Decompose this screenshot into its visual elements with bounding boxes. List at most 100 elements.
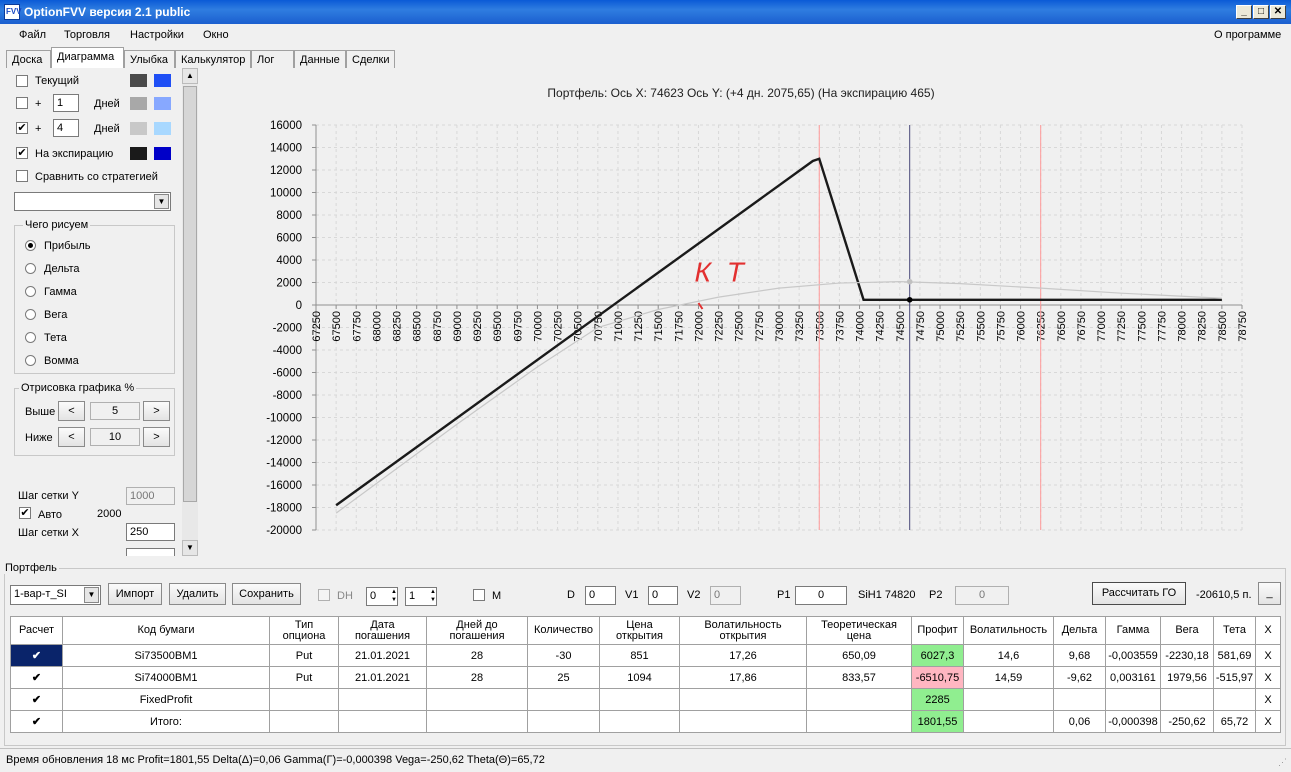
days1-color-2[interactable]	[154, 97, 171, 110]
tab-smile[interactable]: Улыбка	[124, 50, 175, 68]
profit-cell: 1801,55	[911, 710, 964, 733]
calc-checkbox-cell[interactable]: ✔	[10, 688, 63, 711]
tab-diagram[interactable]: Диаграмма	[51, 47, 124, 68]
tab-calculator[interactable]: Калькулятор	[175, 50, 251, 68]
menu-file[interactable]: Файл	[19, 29, 46, 41]
scroll-thumb[interactable]	[183, 86, 197, 502]
compare-strategy-select[interactable]: ▼	[14, 192, 171, 211]
dropdown-arrow-icon[interactable]: ▼	[154, 194, 169, 209]
x-tick-label: 76750	[1076, 311, 1088, 342]
column-header[interactable]: Дельта	[1053, 616, 1106, 645]
tab-data[interactable]: Данные	[294, 50, 346, 68]
below-increase-button[interactable]: >	[143, 427, 170, 447]
grid-y-input[interactable]: 1000	[126, 487, 175, 505]
radio-delta[interactable]	[25, 263, 36, 274]
scroll-down-icon[interactable]: ▼	[182, 540, 198, 556]
calc-checkbox-cell[interactable]: ✔	[10, 666, 63, 689]
expiration-checkbox[interactable]: ✔	[16, 147, 28, 159]
p1-input[interactable]: 0	[795, 586, 847, 605]
minimize-button[interactable]: _	[1236, 5, 1252, 19]
dropdown-arrow-icon[interactable]: ▼	[84, 587, 99, 603]
close-button[interactable]: ✕	[1270, 5, 1286, 19]
above-increase-button[interactable]: >	[143, 401, 170, 421]
column-header[interactable]: Расчет	[10, 616, 63, 645]
radio-gamma[interactable]	[25, 286, 36, 297]
remove-row-button[interactable]: X	[1255, 666, 1281, 689]
portfolio-select[interactable]: 1-вар-т_SI ▼	[10, 585, 101, 605]
current-checkbox[interactable]	[16, 75, 28, 87]
remove-row-button[interactable]: X	[1255, 710, 1281, 733]
column-header[interactable]: Дней до погашения	[426, 616, 528, 645]
calculate-go-button[interactable]: Рассчитать ГО	[1092, 582, 1186, 605]
column-header[interactable]: X	[1255, 616, 1281, 645]
current-color-2[interactable]	[154, 74, 171, 87]
column-header[interactable]: Количество	[527, 616, 600, 645]
maximize-button[interactable]: □	[1253, 5, 1269, 19]
remove-row-button[interactable]: X	[1255, 688, 1281, 711]
dh-spin-2[interactable]: 1 ▲ ▼	[405, 587, 437, 606]
days1-color-1[interactable]	[130, 97, 147, 110]
table-cell	[806, 688, 912, 711]
calc-checkbox-cell[interactable]: ✔	[10, 644, 63, 667]
column-header[interactable]: Код бумаги	[62, 616, 270, 645]
p2-input[interactable]: 0	[955, 586, 1009, 605]
above-decrease-button[interactable]: <	[58, 401, 85, 421]
grid-x-input[interactable]: 250	[126, 523, 175, 541]
radio-theta[interactable]	[25, 332, 36, 343]
menu-trading[interactable]: Торговля	[64, 29, 110, 41]
column-header[interactable]: Теоретическая цена	[806, 616, 912, 645]
menu-about[interactable]: О программе	[1214, 29, 1281, 41]
calc-checkbox-cell[interactable]: ✔	[10, 710, 63, 733]
radio-vega[interactable]	[25, 309, 36, 320]
import-button[interactable]: Импорт	[108, 583, 162, 605]
column-header[interactable]: Вега	[1160, 616, 1214, 645]
v1-input[interactable]: 0	[648, 586, 678, 605]
save-button[interactable]: Сохранить	[232, 583, 301, 605]
remove-row-button[interactable]: X	[1255, 644, 1281, 667]
column-header[interactable]: Волатильность	[963, 616, 1054, 645]
column-header[interactable]: Профит	[911, 616, 964, 645]
next-field-input[interactable]	[126, 548, 175, 556]
tab-board[interactable]: Доска	[6, 50, 51, 68]
tab-deals[interactable]: Сделки	[346, 50, 395, 68]
d-input[interactable]: 0	[585, 586, 616, 605]
dh-checkbox[interactable]	[318, 589, 330, 601]
expiration-color-2[interactable]	[154, 147, 171, 160]
table-row[interactable]: ✔ Si73500BM1 Put 21.01.2021 28 -30 851 17,26 650…	[10, 644, 1281, 667]
m-checkbox[interactable]	[473, 589, 485, 601]
column-header[interactable]: Волатильность открытия	[679, 616, 807, 645]
days1-input[interactable]: 1	[53, 94, 79, 112]
collapse-button[interactable]: _	[1258, 582, 1281, 605]
tab-log[interactable]: Лог	[251, 50, 294, 68]
column-header[interactable]: Тип опциона	[269, 616, 339, 645]
table-row[interactable]: ✔ FixedProfit 2285 X	[10, 688, 1281, 711]
column-header[interactable]: Гамма	[1105, 616, 1161, 645]
current-color-1[interactable]	[130, 74, 147, 87]
spin-arrows-icon[interactable]: ▲ ▼	[430, 588, 436, 604]
dh-spin-2-value: 1	[409, 590, 416, 602]
days2-input[interactable]: 4	[53, 119, 79, 137]
spin-arrows-icon[interactable]: ▲ ▼	[391, 588, 397, 604]
radio-profit[interactable]	[25, 240, 36, 251]
days1-checkbox[interactable]	[16, 97, 28, 109]
column-header[interactable]: Цена открытия	[599, 616, 680, 645]
auto-checkbox[interactable]: ✔	[19, 507, 31, 519]
delete-button[interactable]: Удалить	[169, 583, 226, 605]
column-header[interactable]: Дата погашения	[338, 616, 427, 645]
expiration-color-1[interactable]	[130, 147, 147, 160]
compare-checkbox[interactable]	[16, 170, 28, 182]
left-panel-scrollbar[interactable]: ▲ ▼	[182, 68, 198, 556]
below-decrease-button[interactable]: <	[58, 427, 85, 447]
radio-vomma[interactable]	[25, 355, 36, 366]
v2-input[interactable]: 0	[710, 586, 741, 605]
table-row[interactable]: ✔ Si74000BM1 Put 21.01.2021 28 25 1094 17,86 833…	[10, 666, 1281, 689]
menu-window[interactable]: Окно	[203, 29, 229, 41]
column-header[interactable]: Тета	[1213, 616, 1256, 645]
dh-spin-1[interactable]: 0 ▲ ▼	[366, 587, 398, 606]
days2-color-1[interactable]	[130, 122, 147, 135]
menu-settings[interactable]: Настройки	[130, 29, 184, 41]
days2-checkbox[interactable]: ✔	[16, 122, 28, 134]
days2-color-2[interactable]	[154, 122, 171, 135]
table-row[interactable]: ✔ Итого: 1801,55 0,06 -0,000398 -250,62 65,72 X	[10, 710, 1281, 733]
scroll-up-icon[interactable]: ▲	[182, 68, 198, 84]
